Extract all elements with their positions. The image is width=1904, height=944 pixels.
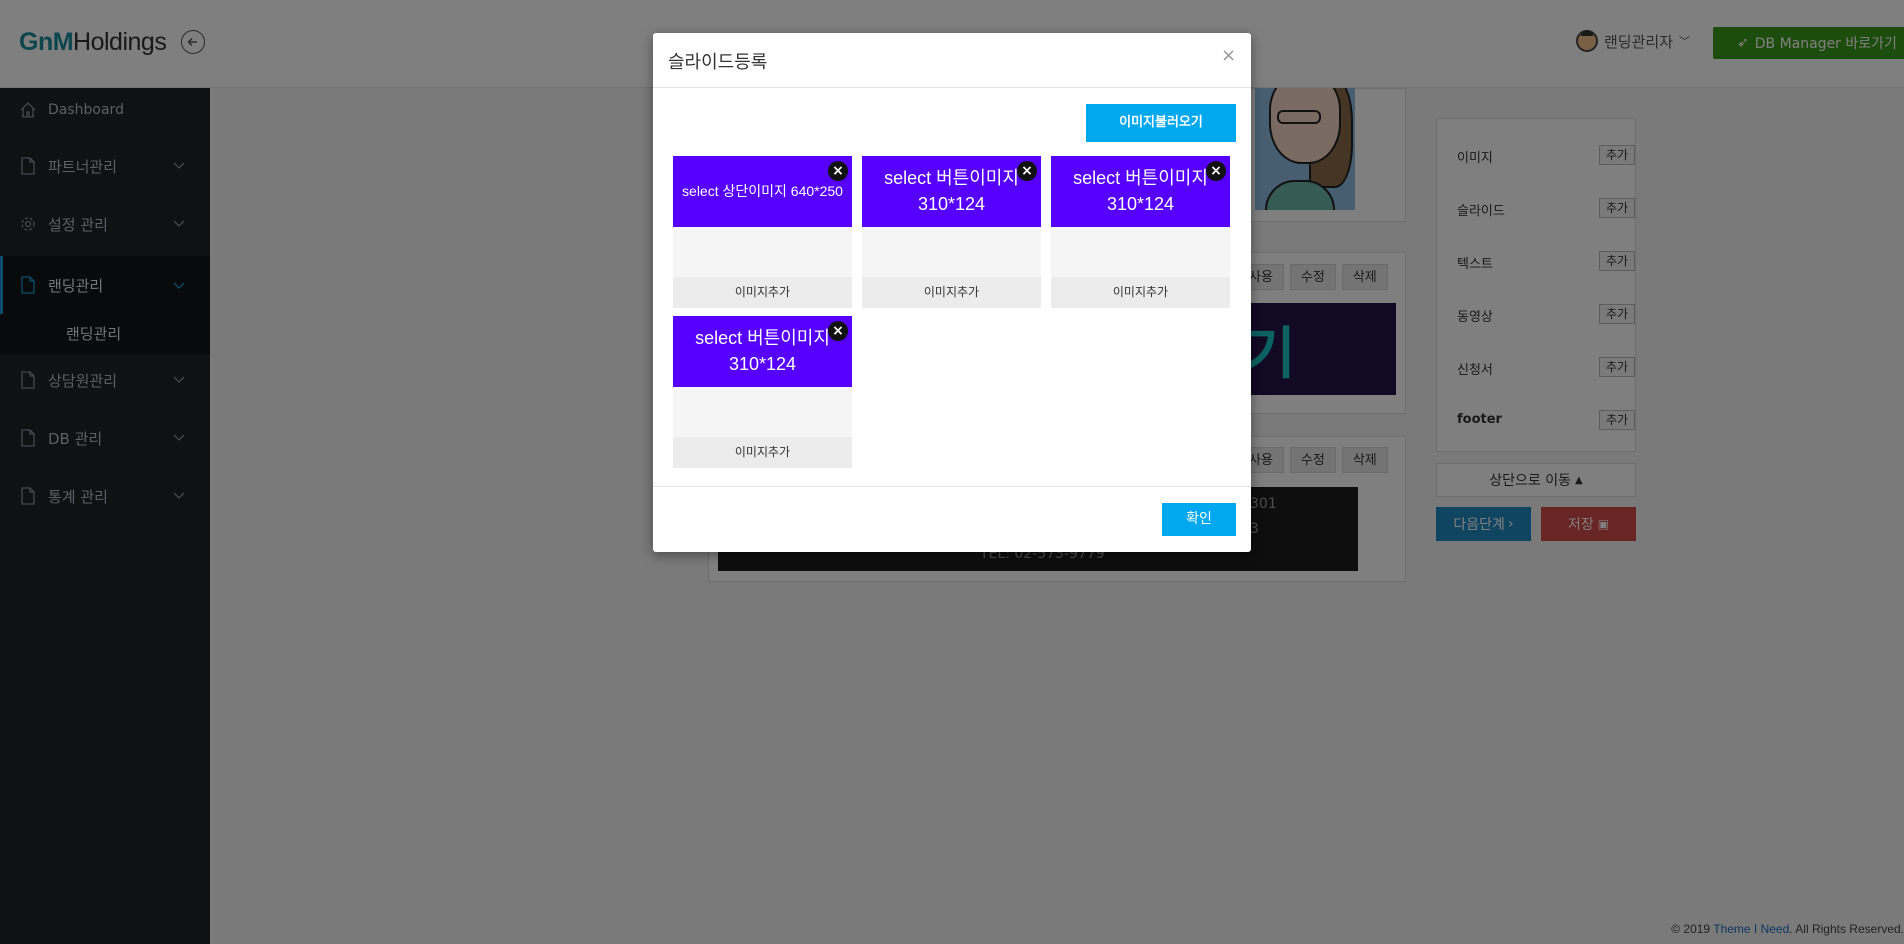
add-image-button[interactable]: 이미지추가 — [1051, 277, 1230, 308]
confirm-button[interactable]: 확인 — [1162, 503, 1236, 536]
add-image-button[interactable]: 이미지추가 — [673, 277, 852, 308]
modal-title: 슬라이드등록 — [668, 52, 768, 73]
add-image-button[interactable]: 이미지추가 — [862, 277, 1041, 308]
add-image-button[interactable]: 이미지추가 — [673, 437, 852, 468]
slide-register-modal: 슬라이드등록 × 이미지불러오기 select 상단이미지 640*250 × … — [653, 33, 1251, 552]
slide-image[interactable]: select 버튼이미지 310*124 — [1051, 156, 1230, 227]
slide-tile: select 버튼이미지 310*124 × 이미지추가 — [862, 156, 1041, 308]
slide-image[interactable]: select 버튼이미지 310*124 — [862, 156, 1041, 227]
remove-icon[interactable]: × — [1017, 161, 1037, 181]
slide-image[interactable]: select 상단이미지 640*250 — [673, 156, 852, 227]
load-image-button[interactable]: 이미지불러오기 — [1086, 104, 1236, 142]
remove-icon[interactable]: × — [1206, 161, 1226, 181]
modal-divider — [653, 486, 1251, 487]
slide-image[interactable]: select 버튼이미지 310*124 — [673, 316, 852, 387]
slide-tile: select 버튼이미지 310*124 × 이미지추가 — [1051, 156, 1230, 308]
slide-tile: select 버튼이미지 310*124 × 이미지추가 — [673, 316, 852, 468]
close-icon[interactable]: × — [1221, 45, 1236, 66]
remove-icon[interactable]: × — [828, 161, 848, 181]
remove-icon[interactable]: × — [828, 321, 848, 341]
modal-header: 슬라이드등록 × — [653, 33, 1251, 88]
slide-tile: select 상단이미지 640*250 × 이미지추가 — [673, 156, 852, 308]
